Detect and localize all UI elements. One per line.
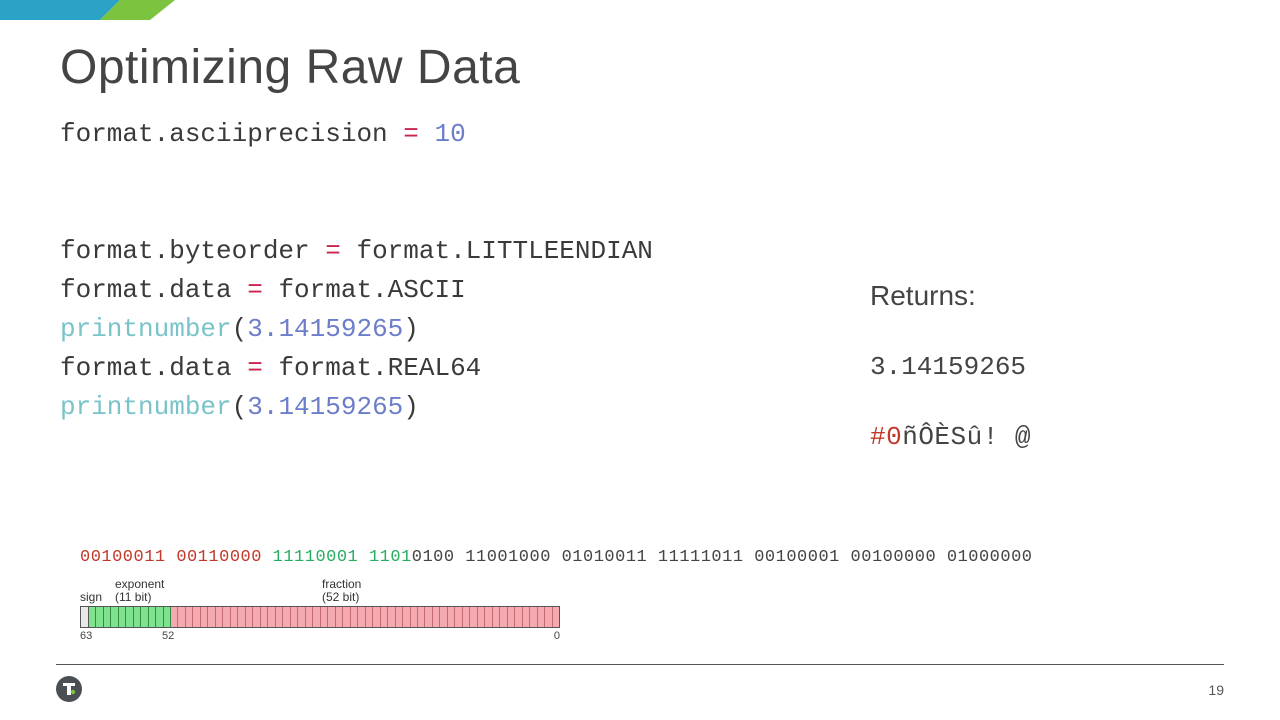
code-text xyxy=(419,119,435,149)
footer-divider xyxy=(56,664,1224,665)
label-exponent-bits: (11 bit) xyxy=(115,591,164,604)
code-paren: ) xyxy=(403,314,419,344)
code-text: format.REAL64 xyxy=(263,353,481,383)
code-line: printnumber(3.14159265) xyxy=(60,388,653,427)
ieee754-diagram: sign exponent (11 bit) fraction (52 bit)… xyxy=(80,578,560,644)
code-operator: = xyxy=(247,275,263,305)
bit-bar-ticks: 63 52 0 xyxy=(80,628,560,644)
bit-bar-exponent xyxy=(89,607,172,627)
tick-right: 0 xyxy=(554,630,560,642)
code-line: printnumber(3.14159265) xyxy=(60,310,653,349)
code-line: format.data = format.ASCII xyxy=(60,271,653,310)
code-line: format.byteorder = format.LITTLEENDIAN xyxy=(60,232,653,271)
slide: Optimizing Raw Data format.asciiprecisio… xyxy=(0,0,1280,720)
code-function: printnumber xyxy=(60,314,232,344)
page-number: 19 xyxy=(1208,682,1224,698)
code-number: 10 xyxy=(434,119,465,149)
bit-exp-bits: 1110001 xyxy=(283,548,369,567)
bit-sign-bit: 1 xyxy=(273,548,284,567)
returns-label: Returns: xyxy=(870,280,1031,312)
code-line: format.data = format.REAL64 xyxy=(60,349,653,388)
returns-binary-prefix: #0 xyxy=(870,422,902,452)
diagram-labels: sign exponent (11 bit) fraction (52 bit) xyxy=(80,578,560,606)
label-sign: sign xyxy=(80,590,102,604)
code-number: 3.14159265 xyxy=(247,314,403,344)
code-operator: = xyxy=(247,353,263,383)
label-exponent: exponent (11 bit) xyxy=(115,578,164,604)
code-paren: ) xyxy=(403,392,419,422)
bit-bytes-header: 00100011 00110000 xyxy=(80,548,273,567)
code-paren: ( xyxy=(232,314,248,344)
tick-left: 63 xyxy=(80,630,92,642)
code-text: format.data xyxy=(60,275,247,305)
returns-block: Returns: 3.14159265 #0ñÔÈSû! @ xyxy=(870,280,1031,452)
code-text: format.byteorder xyxy=(60,236,325,266)
returns-binary-value: #0ñÔÈSû! @ xyxy=(870,422,1031,452)
tick-mid: 52 xyxy=(162,630,174,642)
bit-bar-fraction xyxy=(171,607,559,627)
code-blank-line xyxy=(60,154,653,193)
code-text: format.asciiprecision xyxy=(60,119,403,149)
bit-string: 00100011 00110000 11110001 11010100 1100… xyxy=(80,548,1032,567)
code-line: format.asciiprecision = 10 xyxy=(60,115,653,154)
code-text: format.data xyxy=(60,353,247,383)
bit-bar-sign xyxy=(81,607,89,627)
bit-bar xyxy=(80,606,560,628)
slide-title: Optimizing Raw Data xyxy=(60,40,520,95)
label-fraction: fraction (52 bit) xyxy=(322,578,361,604)
returns-binary-bytes: ñÔÈSû! @ xyxy=(902,422,1031,452)
returns-ascii-value: 3.14159265 xyxy=(870,352,1031,382)
bit-exp-bits: 1101 xyxy=(369,548,412,567)
code-text: format.LITTLEENDIAN xyxy=(341,236,653,266)
code-block: format.asciiprecision = 10 format.byteor… xyxy=(60,115,653,427)
code-number: 3.14159265 xyxy=(247,392,403,422)
label-fraction-bits: (52 bit) xyxy=(322,591,361,604)
bit-fraction-bits: 0100 11001000 01010011 11111011 00100001… xyxy=(412,548,1033,567)
corner-accent-icon xyxy=(0,0,200,20)
code-function: printnumber xyxy=(60,392,232,422)
code-paren: ( xyxy=(232,392,248,422)
code-blank-line xyxy=(60,193,653,232)
code-operator: = xyxy=(403,119,419,149)
code-text: format.ASCII xyxy=(263,275,466,305)
code-operator: = xyxy=(325,236,341,266)
footer-logo-icon xyxy=(56,676,82,702)
